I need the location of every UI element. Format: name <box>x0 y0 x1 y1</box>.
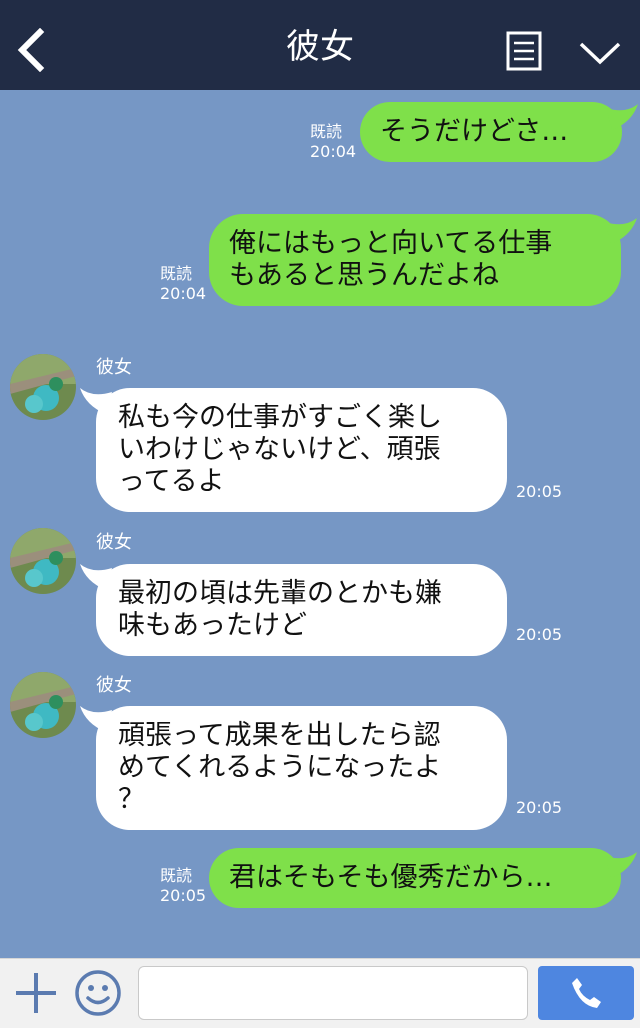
message-time: 20:05 <box>516 798 563 817</box>
incoming-message[interactable]: 頑張って成果を出したら認 めてくれるようになったよ ？ <box>96 706 507 830</box>
bubble-tail <box>605 218 637 244</box>
note-icon[interactable] <box>506 31 542 71</box>
avatar[interactable] <box>10 672 76 738</box>
bubble-tail <box>80 706 112 732</box>
phone-icon <box>572 978 601 1008</box>
sender-name: 彼女 <box>96 532 132 553</box>
incoming-message[interactable]: 最初の頃は先輩のとかも嫌 味もあったけど <box>96 564 507 656</box>
bubble-tail <box>80 564 112 590</box>
sender-name: 彼女 <box>96 675 132 696</box>
avatar[interactable] <box>10 354 76 420</box>
outgoing-message[interactable]: 君はそもそも優秀だから… <box>209 848 621 908</box>
avatar[interactable] <box>10 528 76 594</box>
sender-name: 彼女 <box>96 357 132 378</box>
bubble-tail <box>605 852 637 878</box>
message-list[interactable]: 既読 20:04 そうだけどさ… 既読 20:04 俺にはもっと向いてる仕事 も… <box>0 90 640 958</box>
incoming-message[interactable]: 私も今の仕事がすごく楽し いわけじゃないけど、頑張 ってるよ <box>96 388 507 512</box>
outgoing-message[interactable]: そうだけどさ… <box>360 102 622 162</box>
read-receipt: 既読 20:04 <box>310 122 357 161</box>
message-time: 20:05 <box>516 482 563 501</box>
outgoing-message[interactable]: 俺にはもっと向いてる仕事 もあると思うんだよね <box>209 214 621 306</box>
chat-title: 彼女 <box>286 27 354 67</box>
bubble-tail <box>606 104 638 130</box>
smiley-icon[interactable] <box>74 969 122 1017</box>
bubble-tail <box>80 388 112 414</box>
message-input[interactable] <box>138 966 528 1020</box>
read-receipt: 既読 20:05 <box>160 866 207 905</box>
read-receipt: 既読 20:04 <box>160 264 207 303</box>
chat-header: 彼女 <box>0 0 640 90</box>
message-time: 20:05 <box>516 625 563 644</box>
plus-icon[interactable] <box>14 971 58 1015</box>
call-button[interactable] <box>538 966 634 1020</box>
chevron-down-icon[interactable] <box>578 40 622 66</box>
input-bar <box>0 958 640 1028</box>
